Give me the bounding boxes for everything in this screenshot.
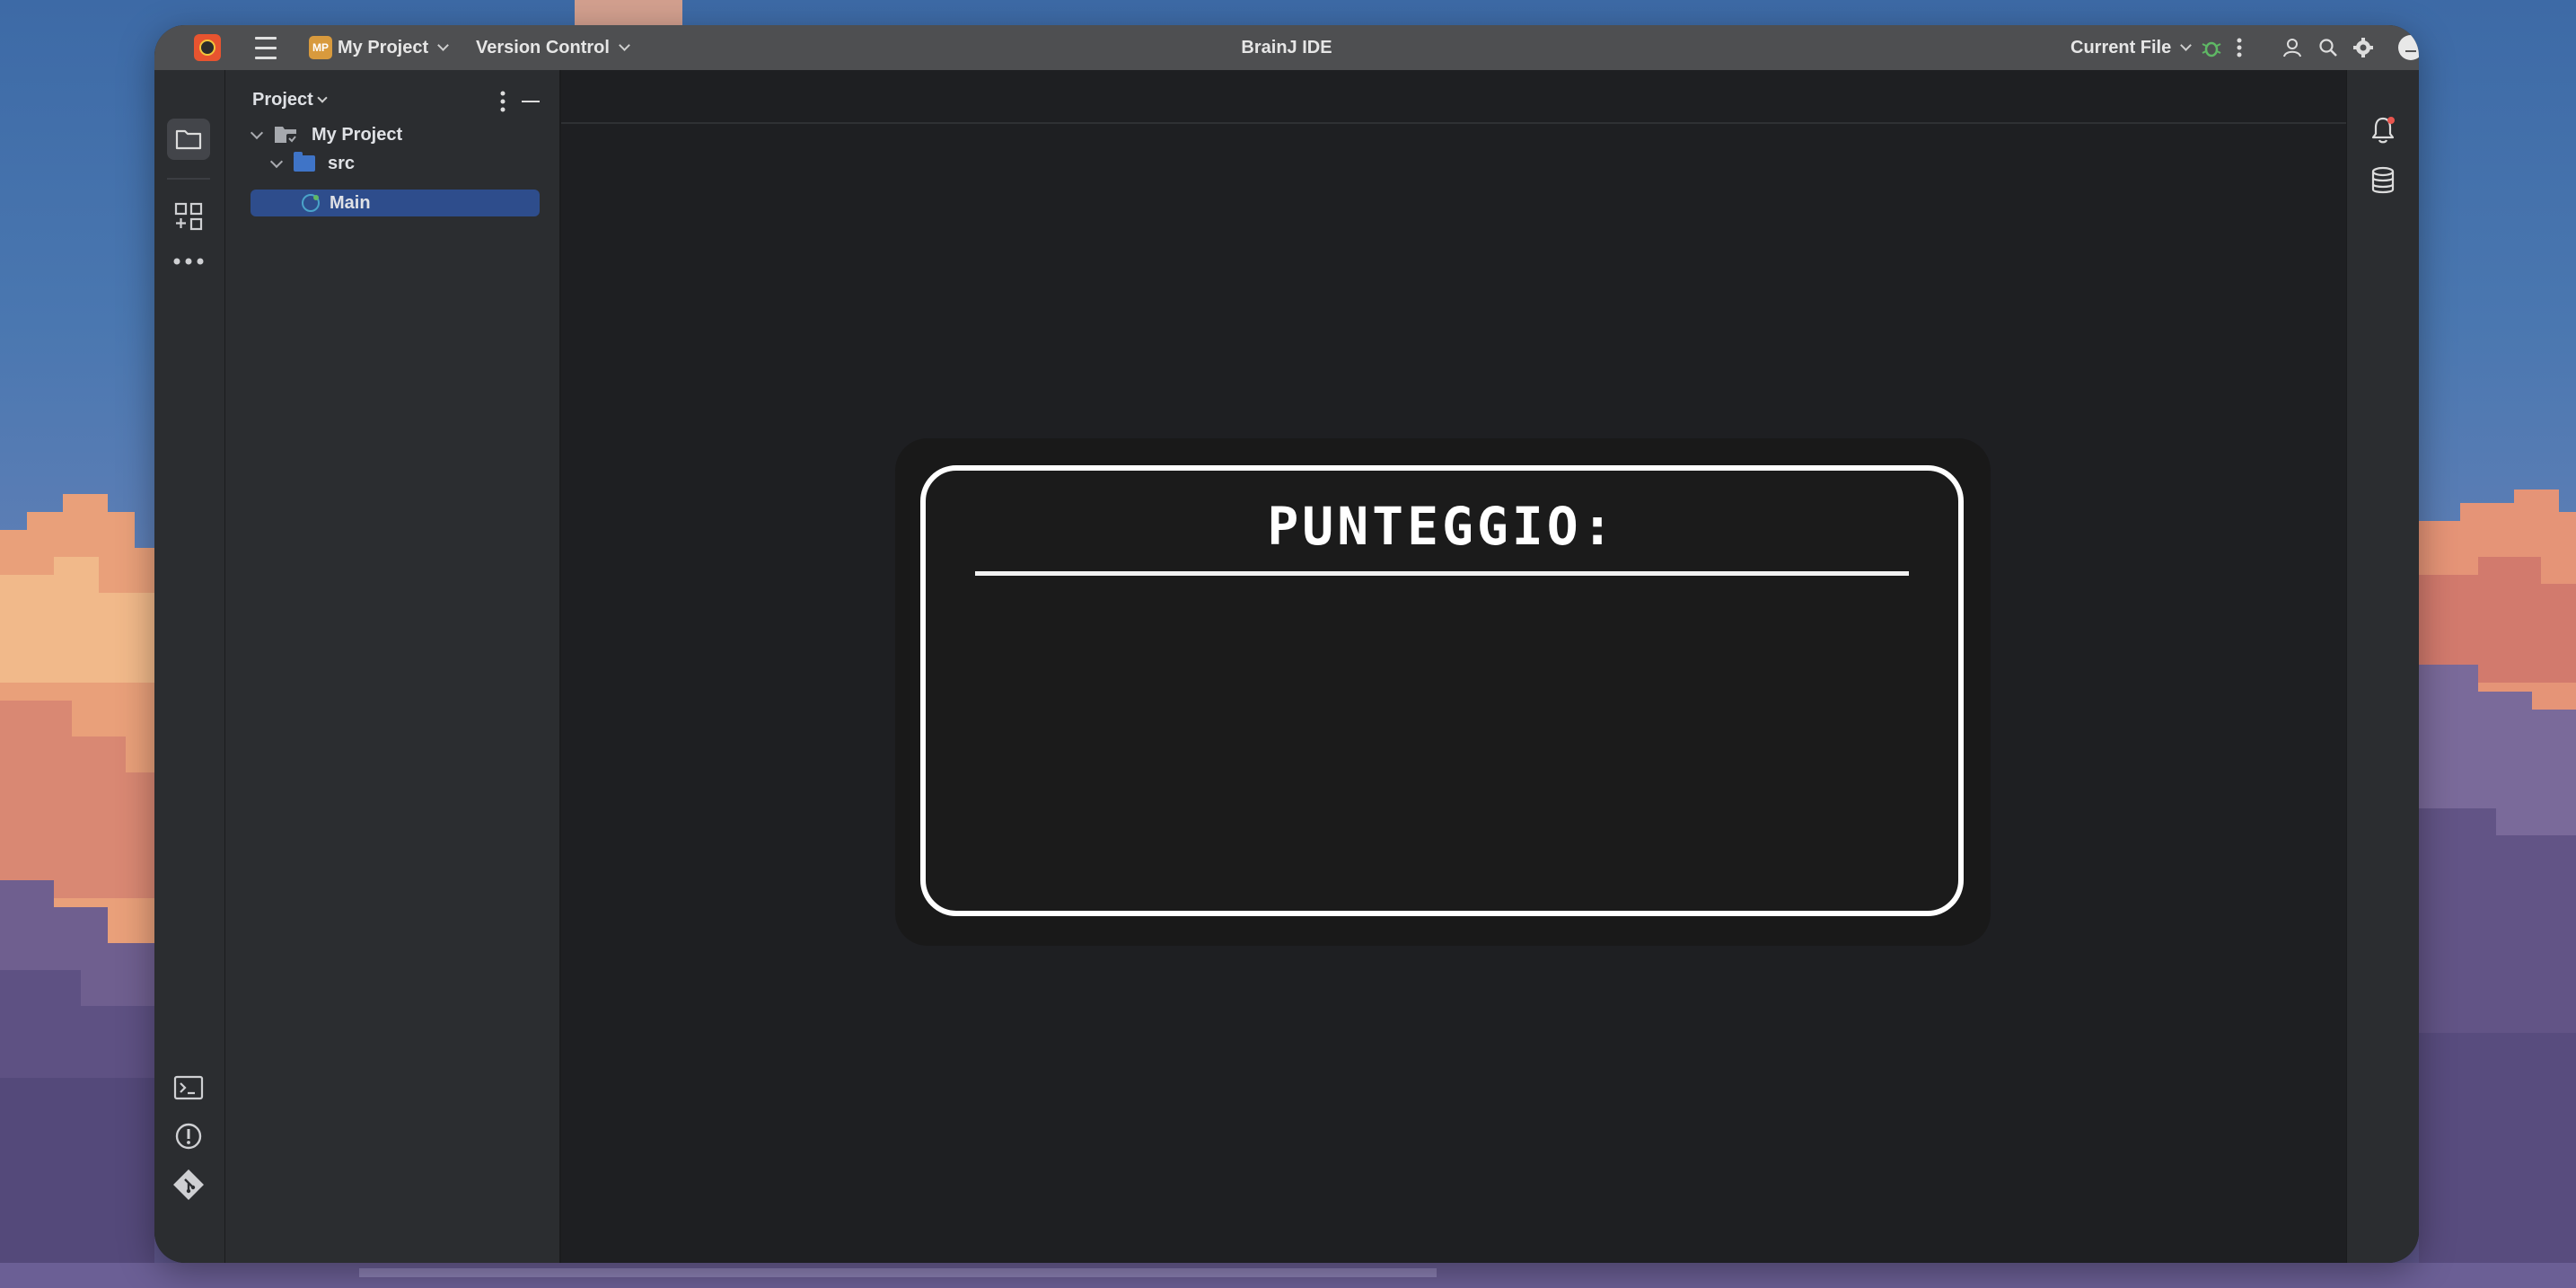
structure-icon[interactable] [167,196,210,237]
left-tool-strip [154,70,225,1263]
right-tool-strip [2346,70,2419,1263]
database-icon[interactable] [2361,160,2405,201]
score-divider [975,571,1909,576]
search-icon[interactable] [2318,25,2338,70]
strip-divider [167,178,210,180]
project-panel-title: Project [252,90,313,110]
folder-icon[interactable] [167,119,210,160]
bug-icon[interactable] [2047,25,2223,70]
settings-gear-icon[interactable] [2352,25,2374,70]
tree-item-label: Main [330,192,371,213]
project-panel: Project My Project src Main [225,70,561,1263]
tree-item-label: My Project [312,124,403,145]
tree-item-src[interactable]: src [225,149,559,178]
problems-icon[interactable] [167,1116,210,1157]
minimize-button[interactable] [2398,25,2419,70]
project-panel-header[interactable]: Project [252,90,328,110]
tree-item-main[interactable]: Main [251,190,540,216]
folder-icon [294,152,315,172]
score-title: PUNTEGGIO: [1267,496,1617,557]
score-dialog-frame: PUNTEGGIO: [920,465,1964,916]
account-icon[interactable] [2282,25,2304,70]
ide-window: MP My Project Version Control BrainJ IDE… [154,25,2419,1263]
hide-panel-icon[interactable] [522,101,540,102]
more-actions-icon[interactable] [2236,25,2243,70]
chevron-down-icon [269,154,284,168]
chevron-down-icon [250,126,264,139]
java-class-icon [302,194,320,212]
notifications-icon[interactable] [2361,110,2405,151]
panel-options-icon[interactable] [499,90,506,118]
tree-item-my-project[interactable]: My Project [225,120,559,149]
editor-tab-bar [561,70,2346,124]
tree-item-label: src [328,153,356,173]
git-icon[interactable] [167,1164,210,1205]
app-title: BrainJ IDE [1241,37,1332,57]
title-bar: MP My Project Version Control BrainJ IDE… [154,25,2419,70]
chevron-down-icon [317,93,328,103]
project-folder-icon [274,125,299,145]
score-dialog: PUNTEGGIO: [895,438,1991,946]
terminal-icon[interactable] [167,1067,210,1108]
more-icon[interactable] [167,241,210,282]
